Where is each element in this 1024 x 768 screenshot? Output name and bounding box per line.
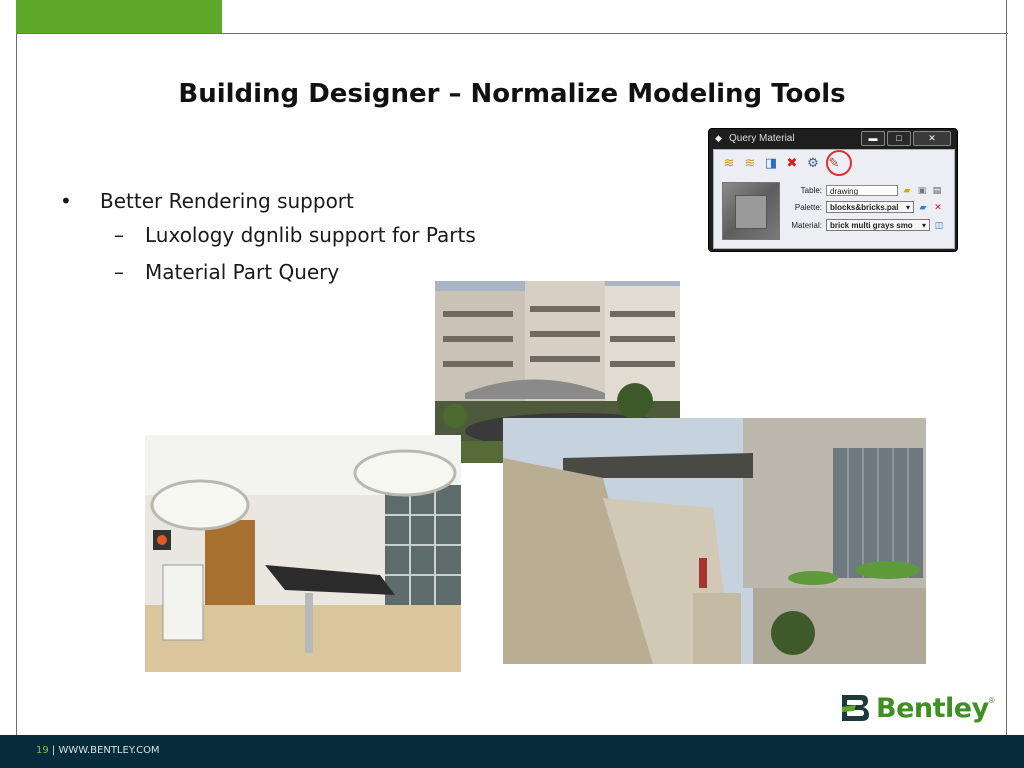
app-icon: ◆ [715, 133, 722, 143]
material-label: Material: [791, 220, 822, 230]
sub-bullet-item: – Luxology dgnlib support for Parts [60, 216, 476, 253]
footer-separator: | [48, 745, 59, 756]
window-controls: ▬ □ ✕ [861, 131, 951, 146]
palette-label: Palette: [794, 202, 822, 212]
dash-glyph: – [114, 259, 124, 284]
close-button[interactable]: ✕ [913, 131, 951, 146]
chevron-down-icon: ▾ [905, 203, 910, 212]
save-as-icon[interactable]: ▤ [931, 184, 943, 196]
courtyard-ramp-render [503, 418, 926, 664]
dash-glyph: – [114, 222, 124, 247]
bentley-wordmark: Bentley [876, 692, 989, 724]
material-preview [722, 182, 780, 240]
right-divider [1006, 0, 1007, 735]
query-material-dialog: ◆ Query Material ▬ □ ✕ ≋ ≋ ◨ ✖ ⚙ ✎ Table… [708, 128, 958, 252]
page-number: 19 [36, 745, 49, 756]
material-value: brick multi grays smo [830, 221, 913, 230]
assign-icon[interactable]: ◨ [762, 154, 780, 172]
dialog-body: ≋ ≋ ◨ ✖ ⚙ ✎ Table: drawing ▰ ▣ ▤ Palette… [713, 149, 955, 249]
sub-bullet-item: – Material Part Query [60, 253, 476, 290]
chevron-down-icon: ▾ [921, 221, 926, 230]
left-divider [16, 33, 17, 735]
trademark-symbol: ® [988, 696, 995, 705]
sub-bullet-text: Material Part Query [145, 259, 340, 284]
material-select[interactable]: brick multi grays smo ▾ [826, 219, 930, 231]
operating-room-render [145, 435, 461, 672]
dialog-toolbar: ≋ ≋ ◨ ✖ ⚙ ✎ [720, 154, 843, 172]
folder-open-icon[interactable]: ▰ [901, 184, 913, 196]
palette-select[interactable]: blocks&bricks.pal ▾ [826, 201, 914, 213]
header-accent-tab [16, 0, 222, 33]
maximize-button[interactable]: □ [887, 131, 911, 146]
footer-url[interactable]: WWW.BENTLEY.COM [58, 745, 159, 756]
sub-bullet-text: Luxology dgnlib support for Parts [145, 222, 476, 247]
bullet-list: • Better Rendering support – Luxology dg… [60, 186, 476, 290]
bullet-text: Better Rendering support [100, 189, 354, 213]
table-field[interactable]: drawing [826, 184, 898, 196]
edit-icon[interactable]: ◫ [933, 219, 945, 231]
bullet-glyph: • [60, 189, 72, 213]
dialog-title: Query Material [729, 133, 795, 144]
query-icon[interactable]: ⚙ [804, 154, 822, 172]
tool-highlight-circle [826, 150, 852, 176]
minimize-button[interactable]: ▬ [861, 131, 885, 146]
bentley-logo: Bentley ® [838, 688, 998, 728]
material-row: Material: brick multi grays smo ▾ ◫ [790, 219, 945, 231]
table-label: Table: [800, 185, 822, 195]
remove-icon[interactable]: ✖ [783, 154, 801, 172]
material-preview-face [735, 195, 767, 229]
top-divider [16, 33, 1008, 34]
palette-value: blocks&bricks.pal [830, 203, 899, 212]
bentley-mark-icon [838, 691, 872, 725]
table-row: Table: drawing ▰ ▣ ▤ [790, 184, 943, 196]
folder-open-icon[interactable]: ▰ [917, 201, 929, 213]
footer-text: 19 | WWW.BENTLEY.COM [36, 745, 160, 756]
bullet-item: • Better Rendering support [60, 186, 476, 216]
save-icon[interactable]: ▣ [916, 184, 928, 196]
left-margin [0, 0, 16, 735]
delete-icon[interactable]: ✕ [932, 201, 944, 213]
slide-title: Building Designer – Normalize Modeling T… [178, 79, 846, 109]
layers-icon[interactable]: ≋ [720, 154, 738, 172]
footer-bar: 19 | WWW.BENTLEY.COM [0, 735, 1024, 768]
palette-row: Palette: blocks&bricks.pal ▾ ▰ ✕ [790, 201, 944, 213]
layers-alt-icon[interactable]: ≋ [741, 154, 759, 172]
